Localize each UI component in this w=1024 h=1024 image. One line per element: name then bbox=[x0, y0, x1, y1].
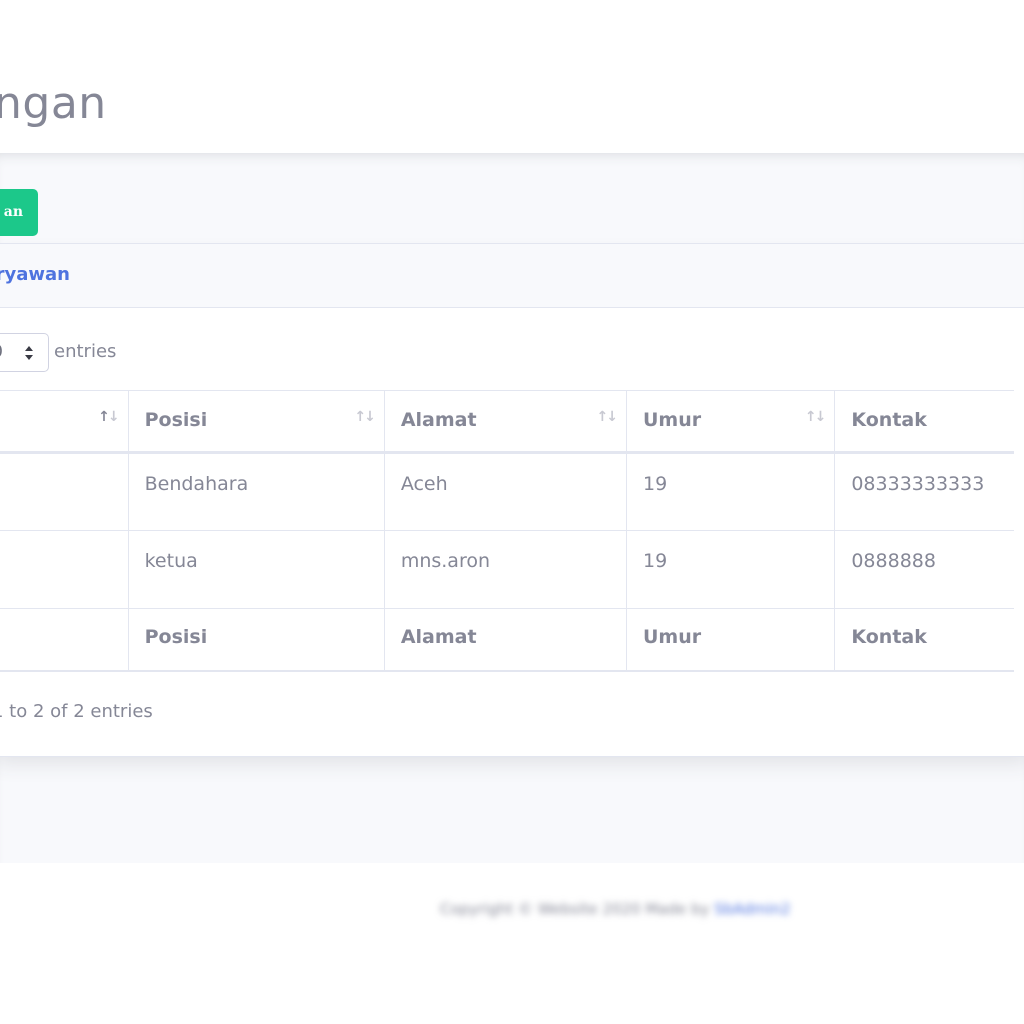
footer-link[interactable]: SbAdmin2 bbox=[714, 900, 790, 918]
footer-cell bbox=[0, 608, 129, 672]
sort-arrows-icon: ↑↓ bbox=[596, 409, 619, 425]
employee-table: ↑↓ Posisi ↑↓ Alamat ↑↓ Umur ↑↓ Kontak Be… bbox=[0, 390, 1014, 672]
table-row: ketua mns.aron 19 0888888 bbox=[0, 530, 1014, 609]
column-header-alamat[interactable]: Alamat ↑↓ bbox=[384, 390, 627, 454]
table-cell: Aceh bbox=[384, 452, 627, 531]
page-header: ngan bbox=[0, 0, 1024, 153]
table-info: 1 to 2 of 2 entries bbox=[0, 701, 153, 722]
table-header-row: ↑↓ Posisi ↑↓ Alamat ↑↓ Umur ↑↓ Kontak bbox=[0, 390, 1014, 454]
table-cell: Bendahara bbox=[128, 452, 385, 531]
footer-cell: Umur bbox=[626, 608, 836, 672]
sort-arrows-icon: ↑↓ bbox=[354, 409, 376, 425]
table-cell bbox=[0, 452, 129, 531]
table-cell: ketua bbox=[128, 530, 385, 609]
copyright-text: Copyright © Website 2020 Made by bbox=[440, 900, 710, 918]
table-cell bbox=[0, 530, 129, 609]
entries-label: entries bbox=[54, 341, 117, 362]
entries-length-value: 0 bbox=[0, 342, 3, 362]
table-row: Bendahara Aceh 19 08333333333 bbox=[0, 452, 1014, 531]
table-cell: 19 bbox=[626, 452, 836, 531]
footer-cell: Kontak bbox=[834, 608, 1014, 672]
table-cell: mns.aron bbox=[384, 530, 627, 609]
table-cell: 19 bbox=[626, 530, 836, 609]
footer-cell: Alamat bbox=[384, 608, 627, 672]
entries-length-select[interactable]: 0 bbox=[0, 333, 49, 372]
table-cell: 0888888 bbox=[834, 530, 1014, 609]
card-header: ryawan bbox=[0, 244, 1024, 308]
table-footer-row: Posisi Alamat Umur Kontak bbox=[0, 608, 1014, 672]
card-title: ryawan bbox=[0, 264, 70, 285]
sort-arrows-icon: ↑↓ bbox=[98, 409, 120, 425]
footer-copyright: Copyright © Website 2020 Made by SbAdmin… bbox=[440, 900, 791, 918]
column-header-posisi[interactable]: Posisi ↑↓ bbox=[128, 390, 385, 454]
table-cell: 08333333333 bbox=[834, 452, 1014, 531]
sort-arrows-icon: ↑↓ bbox=[804, 409, 827, 425]
page-title: ngan bbox=[0, 78, 107, 129]
column-header-umur[interactable]: Umur ↑↓ bbox=[626, 390, 836, 454]
up-down-caret-icon bbox=[25, 346, 33, 360]
column-header-kontak[interactable]: Kontak bbox=[834, 390, 1014, 454]
column-header-name[interactable]: ↑↓ bbox=[0, 390, 129, 454]
page-footer bbox=[300, 863, 1024, 1024]
add-employee-button[interactable]: an bbox=[0, 189, 38, 236]
footer-cell: Posisi bbox=[128, 608, 385, 672]
